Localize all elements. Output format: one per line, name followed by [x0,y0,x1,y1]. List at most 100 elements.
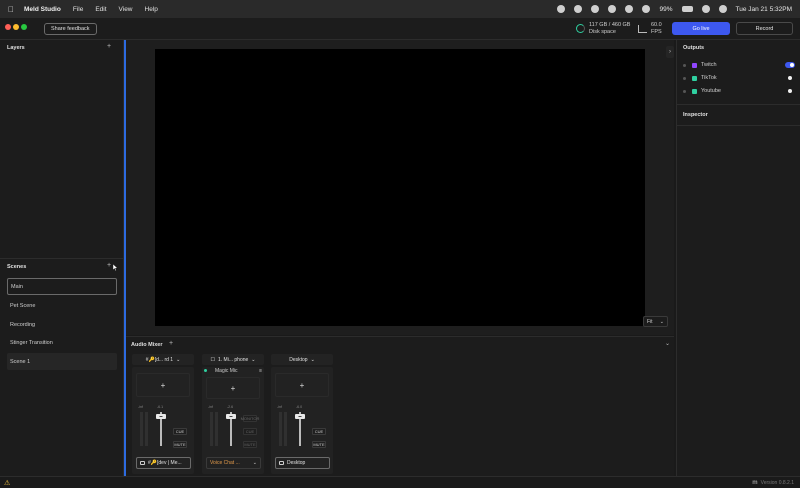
track-name: 1. Mi... phone [217,356,249,363]
volume-fader-knob[interactable]: ▬ [226,414,236,419]
disk-usage-ring-icon [576,24,585,33]
level-meter-right [284,412,287,446]
filter-row-magic-mic[interactable]: Magic Mic ≡ [204,367,262,374]
add-layer-icon[interactable]: + [107,43,111,50]
add-scene-icon[interactable]: + [107,262,111,269]
volume-db-readout: -6.0 [296,405,303,409]
track-name: #🔑[d... rd 1 [145,356,174,363]
app-toolbar: Share feedback 117 GB / 460 GB Disk spac… [0,18,800,40]
outputs-divider [677,104,800,105]
add-filter-button[interactable]: + [206,377,260,399]
drag-handle-icon[interactable] [683,76,686,80]
track-source-select[interactable]: Desktop [275,457,330,469]
volume-db-readout: -2.6 [227,405,234,409]
vpn-tray-icon[interactable] [574,5,583,13]
youtube-icon [692,88,697,94]
chevron-down-icon: ⌄ [310,356,315,363]
volume-db-readout: -6.1 [157,405,164,409]
output-row-twitch[interactable]: Twitch [683,60,795,70]
left-panel: Layers + Scenes + Main Pet Scene Recordi… [0,40,124,476]
mute-button[interactable]: MUTE [173,441,187,448]
mute-button[interactable]: MUTE [312,441,326,448]
app-tray-icon[interactable] [625,5,634,13]
add-filter-button[interactable]: + [275,373,329,397]
collapse-right-panel-icon[interactable]: › [666,46,674,58]
scene-item-pet-scene[interactable]: Pet Scene [7,297,117,314]
wifi-icon[interactable] [701,5,710,13]
menu-edit[interactable]: Edit [95,6,106,13]
version-info: m Version 0.8.2.1 [752,480,794,486]
zoom-fit-select[interactable]: Fit ⌄ [643,316,668,327]
meld-logo-icon: m [752,480,758,486]
volume-fader-knob[interactable]: ▬ [295,414,305,419]
add-filter-button[interactable]: + [136,373,190,397]
add-audio-track-icon[interactable]: + [169,340,173,347]
track-source-select[interactable]: Voice Chat ... ⌄ [206,457,261,469]
inspector-title: Inspector [683,112,708,118]
window-minimize-button[interactable] [13,24,19,30]
menu-view[interactable]: View [119,6,133,13]
track-header[interactable]: ☐ 1. Mi... phone ⌄ [202,354,264,365]
record-button[interactable]: Record [736,22,793,35]
level-meter-left [210,412,213,446]
fps-graph-icon [638,24,647,33]
menu-clock[interactable]: Tue Jan 21 5:32PM [736,6,793,13]
zoom-fit-label: Fit [647,318,653,325]
twitch-output-toggle[interactable] [785,62,795,68]
monitor-button[interactable]: MONITOR [241,415,259,422]
version-label: Version 0.8.2.1 [760,480,794,486]
right-panel: Outputs Twitch TikTok Youtube Inspector [676,40,800,476]
apple-icon[interactable]:  [8,5,14,14]
control-center-icon[interactable] [718,5,727,13]
scene-item-recording[interactable]: Recording [7,316,117,333]
go-live-button[interactable]: Go live [672,22,730,35]
chevron-down-icon: ⌄ [251,356,256,363]
share-feedback-button[interactable]: Share feedback [44,23,97,35]
record-tray-icon[interactable] [557,5,566,13]
battery-percent: 99% [659,5,673,13]
battery-icon[interactable] [681,6,693,12]
cue-button[interactable]: CUE [173,428,187,435]
drag-handle-icon[interactable] [683,89,686,93]
track-meter-area: -inf -6.1 ▬ CUE MUTE [136,405,190,451]
scene-item-main[interactable]: Main [7,278,117,295]
chevron-down-icon: ⌄ [176,356,181,363]
volume-fader-knob[interactable]: ▬ [156,414,166,419]
lock-icon[interactable]: ☐ [211,357,215,363]
track-header[interactable]: #🔑[d... rd 1 ⌄ [132,354,194,365]
focus-tray-icon[interactable] [642,5,651,13]
monitor-icon [279,461,284,465]
track-header[interactable]: Desktop ⌄ [271,354,333,365]
sliders-icon[interactable]: ≡ [259,368,262,374]
output-label-twitch: Twitch [701,62,717,68]
filter-active-dot [204,369,207,372]
window-close-button[interactable] [5,24,11,30]
disk-space-indicator: 117 GB / 460 GB Disk space [576,22,630,35]
macos-menu-bar:  Meld Studio File Edit View Help 99% Tu… [0,0,800,18]
cue-button[interactable]: CUE [312,428,326,435]
collapse-mixer-icon[interactable]: ⌄ [665,340,670,347]
scene-item-stinger-transition[interactable]: Stinger Transition [7,334,117,351]
tiktok-status-dot [788,76,792,80]
window-maximize-button[interactable] [21,24,27,30]
menu-file[interactable]: File [73,6,83,13]
shield-tray-icon[interactable] [608,5,617,13]
drag-handle-icon[interactable] [683,63,686,67]
level-readout: -inf [138,405,143,409]
scene-item-scene-1[interactable]: Scene 1 [7,353,117,370]
track-source-label: #🔑[dev | Me... [148,460,182,466]
cue-button[interactable]: CUE [243,428,257,435]
output-row-youtube[interactable]: Youtube [683,86,795,96]
level-meter-right [215,412,218,446]
level-readout: -inf [277,405,282,409]
warning-icon[interactable]: ⚠ [4,479,10,487]
output-row-tiktok[interactable]: TikTok [683,73,795,83]
fps-indicator: 60.0 FPS [638,22,662,35]
preview-canvas[interactable] [155,49,645,326]
flame-tray-icon[interactable] [591,5,600,13]
track-source-select[interactable]: #🔑[dev | Me... [136,457,191,469]
mute-button[interactable]: MUTE [243,441,257,448]
menu-help[interactable]: Help [145,6,158,13]
fps-value: 60.0 [651,22,662,28]
menu-app-name[interactable]: Meld Studio [24,6,61,13]
